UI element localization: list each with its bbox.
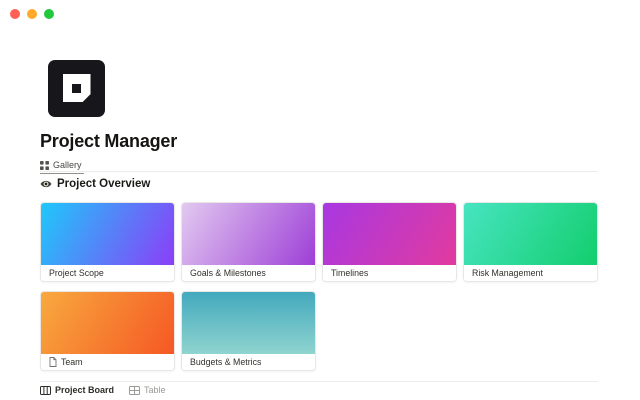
card-caption: Project Scope: [41, 265, 174, 281]
gallery-card[interactable]: Project Scope: [40, 202, 175, 282]
page-icon: [49, 357, 57, 367]
card-caption: Risk Management: [464, 265, 597, 281]
close-button[interactable]: [10, 9, 20, 19]
page-title[interactable]: Project Manager: [40, 131, 177, 152]
linked-views: Project Board Table: [40, 385, 166, 395]
card-title: Risk Management: [472, 268, 543, 278]
link-project-board[interactable]: Project Board: [40, 385, 114, 395]
card-caption: Team: [41, 354, 174, 370]
card-cover-image: [41, 203, 174, 265]
card-cover-image: [464, 203, 597, 265]
window-controls: [10, 9, 54, 19]
gallery-icon: [40, 161, 49, 170]
card-caption: Timelines: [323, 265, 456, 281]
board-icon: [40, 386, 51, 395]
logo-center-dot: [72, 84, 81, 93]
tab-gallery[interactable]: Gallery: [40, 158, 84, 174]
card-caption: Goals & Milestones: [182, 265, 315, 281]
table-icon: [129, 386, 140, 395]
gallery-card[interactable]: Budgets & Metrics: [181, 291, 316, 371]
card-title: Goals & Milestones: [190, 268, 266, 278]
gallery-card[interactable]: Risk Management: [463, 202, 598, 282]
card-caption: Budgets & Metrics: [182, 354, 315, 370]
view-tabbar: Gallery: [40, 156, 598, 172]
card-title: Budgets & Metrics: [190, 357, 261, 367]
gallery-card[interactable]: Goals & Milestones: [181, 202, 316, 282]
card-title: Timelines: [331, 268, 368, 278]
card-cover-image: [41, 292, 174, 354]
page-logo-icon[interactable]: [48, 60, 105, 117]
link-table-label: Table: [144, 385, 166, 395]
link-table[interactable]: Table: [129, 385, 166, 395]
minimize-button[interactable]: [27, 9, 37, 19]
card-title: Project Scope: [49, 268, 104, 278]
maximize-button[interactable]: [44, 9, 54, 19]
footer-divider: [40, 381, 598, 382]
card-cover-image: [182, 292, 315, 354]
tab-gallery-label: Gallery: [53, 160, 82, 170]
eye-icon: [40, 178, 52, 190]
notion-window: Project Manager Gallery Project Overview…: [0, 0, 640, 400]
link-project-board-label: Project Board: [55, 385, 114, 395]
gallery-grid: Project Scope Goals & Milestones Timelin…: [40, 202, 598, 371]
section-header[interactable]: Project Overview: [40, 178, 150, 190]
card-cover-image: [182, 203, 315, 265]
gallery-card[interactable]: Timelines: [322, 202, 457, 282]
gallery-card[interactable]: Team: [40, 291, 175, 371]
logo-inner-shape: [63, 74, 91, 102]
section-title: Project Overview: [57, 178, 150, 190]
card-cover-image: [323, 203, 456, 265]
card-title: Team: [61, 357, 83, 367]
